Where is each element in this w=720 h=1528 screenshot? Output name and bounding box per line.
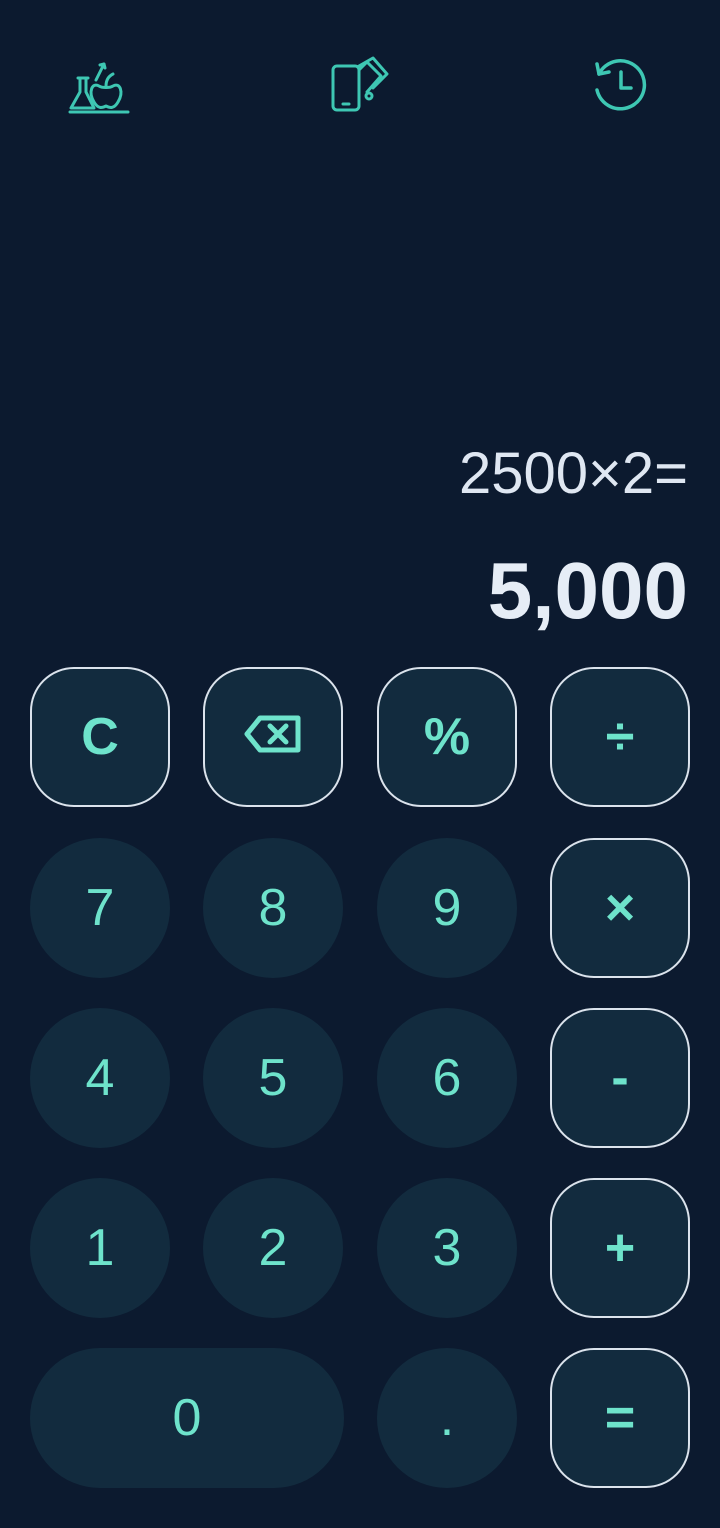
digit-4-button[interactable]: 4 [30, 1008, 170, 1148]
backspace-button[interactable] [203, 667, 343, 807]
decimal-point-button[interactable]: . [377, 1348, 517, 1488]
divide-button[interactable]: ÷ [550, 667, 690, 807]
digit-7-button[interactable]: 7 [30, 838, 170, 978]
digit-0-button[interactable]: 0 [30, 1348, 344, 1488]
backspace-icon [244, 707, 302, 767]
result-display: 5,000 [487, 546, 688, 635]
calculator-app: 2500×2= 5,000 C % ÷ 7 8 9 × 4 5 6 - 1 2 … [0, 0, 720, 1528]
science-icon[interactable] [64, 50, 134, 120]
digit-6-button[interactable]: 6 [377, 1008, 517, 1148]
percent-button[interactable]: % [377, 667, 517, 807]
digit-5-button[interactable]: 5 [203, 1008, 343, 1148]
expression-display: 2500×2= [458, 441, 688, 506]
multiply-button[interactable]: × [550, 838, 690, 978]
digit-2-button[interactable]: 2 [203, 1178, 343, 1318]
digit-8-button[interactable]: 8 [203, 838, 343, 978]
digit-9-button[interactable]: 9 [377, 838, 517, 978]
history-icon[interactable] [585, 50, 655, 120]
clear-button[interactable]: C [30, 667, 170, 807]
digit-1-button[interactable]: 1 [30, 1178, 170, 1318]
plus-button[interactable]: + [550, 1178, 690, 1318]
theme-icon[interactable] [325, 50, 395, 120]
minus-button[interactable]: - [550, 1008, 690, 1148]
digit-3-button[interactable]: 3 [377, 1178, 517, 1318]
equals-button[interactable]: = [550, 1348, 690, 1488]
